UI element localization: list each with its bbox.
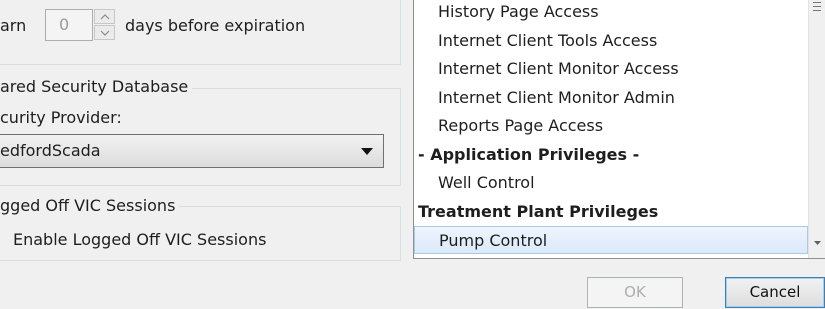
- list-group-header: Treatment Plant Privileges: [418, 201, 659, 221]
- privileges-list[interactable]: History Page Access Internet Client Tools…: [413, 0, 825, 259]
- scroll-down-arrow-icon[interactable]: [814, 241, 821, 246]
- cancel-button[interactable]: Cancel: [725, 277, 825, 308]
- spin-down-button[interactable]: [94, 25, 115, 40]
- spin-up-button[interactable]: [94, 9, 115, 24]
- list-item[interactable]: Pump Control: [414, 226, 808, 254]
- warn-days-stepper[interactable]: [94, 9, 116, 41]
- vertical-scrollbar[interactable]: [808, 0, 825, 258]
- list-item[interactable]: History Page Access: [414, 0, 808, 26]
- scroll-thumb-grip-icon[interactable]: [813, 2, 821, 11]
- list-item[interactable]: Reports Page Access: [414, 112, 808, 140]
- ok-button[interactable]: OK: [587, 277, 683, 308]
- security-provider-label: curity Provider:: [0, 108, 122, 127]
- security-provider-value: edfordScada: [0, 141, 101, 160]
- warn-days-suffix: days before expiration: [125, 16, 306, 35]
- list-group-header: - Application Privileges -: [418, 144, 640, 164]
- list-item[interactable]: Well Control: [414, 169, 808, 197]
- dropdown-arrow-icon: [361, 148, 373, 155]
- chevron-down-icon: [100, 30, 110, 36]
- chevron-up-icon: [100, 14, 110, 20]
- list-item[interactable]: Internet Client Monitor Access: [414, 55, 808, 83]
- group-border: [400, 0, 401, 64]
- shared-security-legend: ared Security Database: [0, 77, 193, 96]
- group-border: [0, 64, 401, 65]
- security-provider-select[interactable]: edfordScada: [0, 134, 384, 168]
- logged-off-checkbox-label[interactable]: Enable Logged Off VIC Sessions: [13, 230, 266, 249]
- list-item[interactable]: Internet Client Monitor Admin: [414, 84, 808, 112]
- list-item[interactable]: Internet Client Tools Access: [414, 27, 808, 55]
- warn-days-input[interactable]: 0: [45, 9, 93, 41]
- logged-off-legend: gged Off VIC Sessions: [0, 196, 180, 215]
- warn-label: arn: [0, 16, 27, 35]
- settings-panel: arn 0 days before expiration ared Securi…: [0, 0, 403, 309]
